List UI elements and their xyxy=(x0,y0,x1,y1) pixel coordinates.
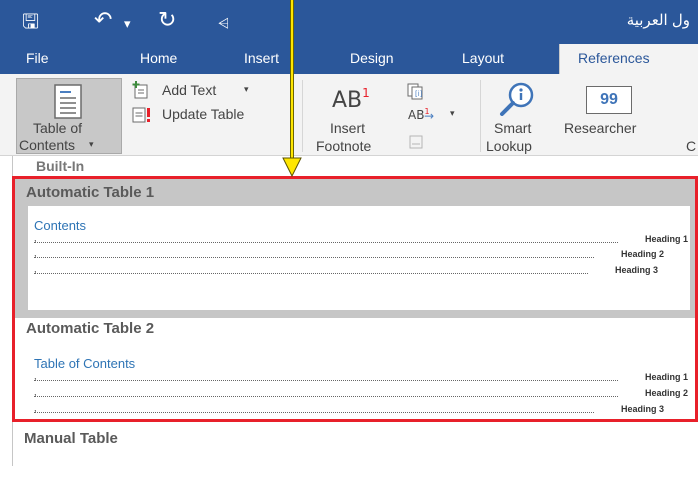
footnote-glyph: AB xyxy=(332,88,363,113)
toc-preview: Contents , Heading 1 , Heading 2 , Headi… xyxy=(28,206,690,310)
toc-line-text: Heading 1 xyxy=(644,234,688,244)
chevron-down-icon: ▾ xyxy=(89,139,94,149)
smart-lookup-label-line1: Smart xyxy=(494,120,532,136)
gallery-item-title: Automatic Table 2 xyxy=(26,320,155,337)
insert-footnote-label-line1: Insert xyxy=(330,120,366,136)
customize-qat-icon[interactable]: ⩤ xyxy=(218,12,229,36)
toc-line-text: Heading 1 xyxy=(644,372,688,382)
researcher-glyph: 99 xyxy=(600,91,618,108)
tab-references[interactable]: References xyxy=(559,44,698,75)
tab-layout[interactable]: Layout xyxy=(462,50,504,66)
tab-home[interactable]: Home xyxy=(140,50,177,66)
cut-off-ribbon-label: C xyxy=(686,138,697,154)
smart-lookup-button[interactable]: Smart Lookup xyxy=(486,82,550,154)
insert-footnote-label-line2: Footnote xyxy=(316,138,372,154)
gallery-item-manual-table[interactable]: Manual Table xyxy=(24,430,118,447)
tab-file[interactable]: File xyxy=(26,50,49,66)
gallery-section-label: Built-In xyxy=(36,158,85,174)
researcher-button[interactable]: 99 Researcher xyxy=(558,82,668,154)
insert-table-of-figures-icon[interactable]: [i] xyxy=(406,82,424,100)
show-notes-icon[interactable] xyxy=(408,134,424,150)
title-bar: 🖫 ↶ ▾ ↻ ⩤ ول العربية xyxy=(0,0,698,44)
chevron-down-icon: ▾ xyxy=(450,109,455,119)
chevron-down-icon: ▾ xyxy=(244,84,249,94)
tab-references-label: References xyxy=(578,50,650,66)
tab-design[interactable]: Design xyxy=(350,50,394,66)
footnote-glyph-sup: 1 xyxy=(362,86,370,100)
undo-icon[interactable]: ↶ xyxy=(94,9,112,33)
toc-button-label-line1: Table of xyxy=(33,120,83,136)
add-text-icon xyxy=(132,81,148,99)
toc-line-text: Heading 3 xyxy=(620,404,664,414)
toc-line-text: Heading 2 xyxy=(644,388,688,398)
svg-text:[i]: [i] xyxy=(415,90,423,98)
toc-line-text: Heading 2 xyxy=(620,249,664,259)
arrow-icon: → xyxy=(424,109,435,123)
ribbon-separator xyxy=(302,80,303,152)
toc-preview: Table of Contents , Heading 1 , Heading … xyxy=(28,346,690,418)
toc-preview-line: , Heading 1 xyxy=(34,371,688,384)
insert-endnote-button[interactable]: AB1 → ▾ xyxy=(408,107,455,123)
toc-preview-line: , Heading 3 xyxy=(34,403,664,416)
insert-footnote-icon: AB1 xyxy=(332,86,370,113)
toc-preview-line: , Heading 1 xyxy=(34,233,688,246)
insert-endnote-icon: AB xyxy=(408,108,425,122)
ribbon-separator xyxy=(480,80,481,152)
undo-dropdown-icon[interactable]: ▾ xyxy=(124,13,131,37)
toc-preview-line: , Heading 2 xyxy=(34,248,664,261)
smart-lookup-label-line2: Lookup xyxy=(486,138,532,154)
insert-footnote-button[interactable]: AB1 Insert Footnote xyxy=(316,82,406,154)
researcher-label: Researcher xyxy=(564,120,637,136)
gallery-item-title: Automatic Table 1 xyxy=(26,184,155,201)
update-table-button[interactable]: Update Table xyxy=(126,104,286,126)
update-table-icon xyxy=(132,107,150,123)
add-text-label: Add Text xyxy=(162,82,217,98)
table-of-contents-icon xyxy=(54,84,82,119)
window-title: ول العربية xyxy=(626,12,690,29)
researcher-icon: 99 xyxy=(586,86,632,114)
preview-heading: Contents xyxy=(34,218,87,233)
toc-button-label-line2: Contents xyxy=(19,137,76,153)
redo-icon[interactable]: ↻ xyxy=(158,9,176,33)
table-of-contents-button[interactable]: Table of Contents ▾ xyxy=(16,78,122,154)
tab-insert[interactable]: Insert xyxy=(244,50,279,66)
add-text-button[interactable]: Add Text ▾ xyxy=(126,80,266,102)
toc-preview-line: , Heading 3 xyxy=(34,264,658,277)
preview-heading: Table of Contents xyxy=(34,356,136,371)
toc-preview-line: , Heading 2 xyxy=(34,387,688,400)
update-table-label: Update Table xyxy=(162,106,245,122)
toc-line-text: Heading 3 xyxy=(614,265,658,275)
smart-lookup-icon xyxy=(500,82,534,116)
save-icon[interactable]: 🖫 xyxy=(22,9,39,33)
